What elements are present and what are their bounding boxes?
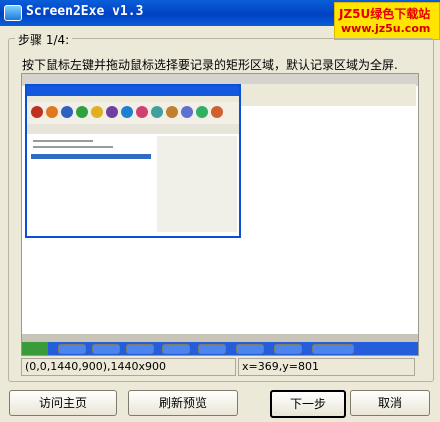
- preview-task-button: [274, 344, 302, 354]
- preview-task-button: [198, 344, 226, 354]
- window-title: Screen2Exe v1.3: [26, 4, 144, 19]
- preview-task-button: [312, 344, 354, 354]
- watermark-line-2: www.jz5u.com: [341, 22, 431, 35]
- step-label: 步骤 1/4:: [15, 31, 73, 48]
- preview-selected-row: [31, 154, 151, 159]
- refresh-preview-button[interactable]: 刷新预览: [128, 390, 238, 416]
- preview-toolbar-icon: [46, 106, 58, 118]
- preview-toolbar-icon: [211, 106, 223, 118]
- instruction-text: 按下鼠标左键并拖动鼠标选择要记录的矩形区域，默认记录区域为全屏.: [22, 58, 398, 72]
- watermark-line-1: JZ5U绿色下载站: [339, 7, 431, 21]
- preview-text-line: [33, 140, 93, 142]
- preview-toolbar-icon: [196, 106, 208, 118]
- preview-toolbar-icon: [121, 106, 133, 118]
- app-icon: [4, 5, 22, 21]
- preview-window-thumbnail: [25, 84, 241, 238]
- preview-task-button: [92, 344, 120, 354]
- preview-window-left-pane: [29, 136, 155, 232]
- preview-start-button: [22, 342, 48, 355]
- preview-toolbar-icon: [31, 106, 43, 118]
- preview-taskbar: [22, 334, 418, 355]
- preview-window-right-pane: [157, 136, 237, 232]
- cursor-status: x=369,y=801: [238, 358, 415, 376]
- preview-toolbar-icon: [76, 106, 88, 118]
- preview-background-window: [238, 84, 416, 106]
- visit-homepage-button[interactable]: 访问主页: [9, 390, 117, 416]
- preview-toolbar-icon: [151, 106, 163, 118]
- preview-task-button: [58, 344, 86, 354]
- region-status: (0,0,1440,900),1440x900: [21, 358, 236, 376]
- cancel-button[interactable]: 取消: [350, 390, 430, 416]
- preview-toolbar-icon: [136, 106, 148, 118]
- preview-toolbar-icon: [61, 106, 73, 118]
- preview-window-titlebar: [27, 86, 239, 96]
- preview-toolbar-icon: [106, 106, 118, 118]
- preview-task-button: [236, 344, 264, 354]
- watermark-logo: JZ5U绿色下载站 www.jz5u.com: [334, 2, 440, 40]
- preview-toolbar-icon: [181, 106, 193, 118]
- preview-text-line: [33, 146, 113, 148]
- preview-toolbar-icon: [166, 106, 178, 118]
- next-step-button[interactable]: 下一步: [270, 390, 346, 418]
- preview-window-addressbar: [27, 124, 239, 134]
- preview-task-button: [126, 344, 154, 354]
- preview-toolbar-icon: [91, 106, 103, 118]
- preview-task-button: [162, 344, 190, 354]
- screen-preview[interactable]: [21, 73, 419, 356]
